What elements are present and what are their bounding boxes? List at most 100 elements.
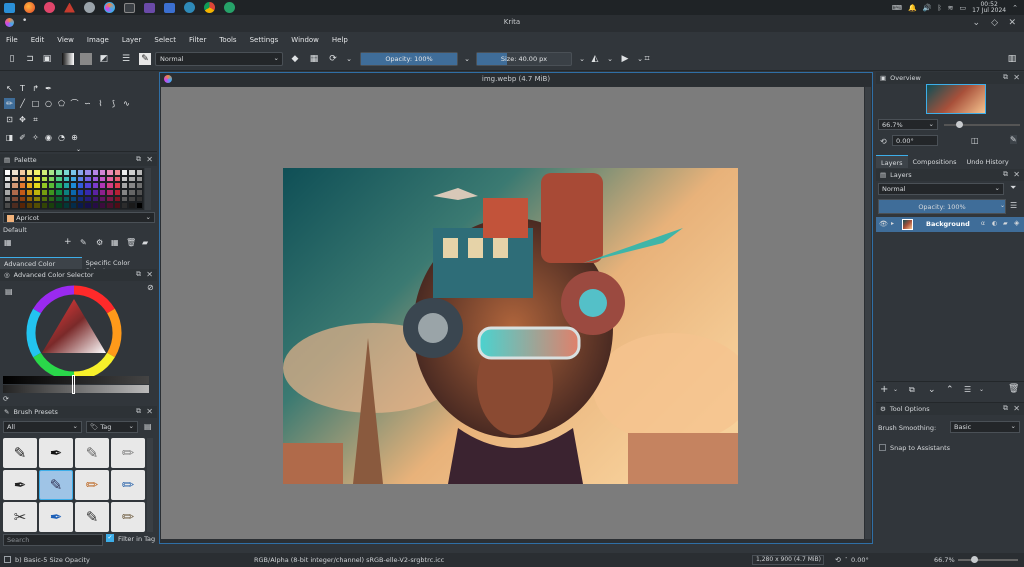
brush-preset-item[interactable]: ✎ (3, 438, 37, 468)
bezier-tool-icon[interactable]: ∽ (82, 98, 93, 109)
filter-in-tag-checkbox[interactable]: ✓ (106, 534, 114, 542)
status-zoom-handle[interactable] (971, 556, 978, 563)
palette-swatch[interactable] (84, 195, 92, 203)
float-icon[interactable]: ⧉ (1003, 404, 1008, 413)
delete-layer-icon[interactable]: 🗑 (1008, 384, 1019, 394)
brush-preset-item[interactable]: ✏ (111, 502, 145, 532)
palette-swatch[interactable] (128, 175, 136, 183)
chevron-down-icon[interactable]: ⌄ (979, 386, 984, 393)
rotate-canvas-icon[interactable]: ⟲ (835, 556, 841, 564)
status-zoom-slider[interactable] (958, 556, 1018, 563)
close-icon[interactable]: ✕ (1013, 170, 1020, 179)
palette-swatch[interactable] (33, 202, 41, 209)
select-shapes-icon[interactable]: ↖ (4, 83, 15, 94)
palette-swatch[interactable] (99, 195, 107, 203)
status-rotation[interactable]: 0.00° (851, 556, 869, 564)
palette-swatch[interactable] (62, 169, 70, 176)
palette-swatch[interactable] (77, 202, 85, 209)
filter-icon[interactable]: ⏷ (1010, 183, 1016, 193)
tab-undo-history[interactable]: Undo History (962, 155, 1014, 168)
color-picker-icon[interactable]: ✐ (17, 132, 28, 143)
palette-swatch[interactable] (128, 195, 136, 203)
chevron-down-icon[interactable]: ⌄ (893, 386, 898, 393)
bluetooth-icon[interactable]: ᛒ (937, 4, 941, 12)
tab-compositions[interactable]: Compositions (908, 155, 962, 168)
palette-swatch[interactable] (135, 202, 143, 209)
size-slider[interactable]: Size: 40.00 px (476, 52, 572, 66)
minimize-icon[interactable]: ⌄ (972, 19, 980, 28)
workspace-icon[interactable]: ▥ (1006, 53, 1018, 65)
palette-swatch[interactable] (55, 182, 63, 189)
delete-icon[interactable]: 🗑 (126, 238, 136, 247)
add-icon[interactable]: + (64, 237, 72, 247)
palette-swatch[interactable] (11, 175, 19, 183)
view-mode-icon[interactable]: ▤ (144, 422, 152, 431)
gallery-icon[interactable] (164, 2, 175, 13)
lock-icon[interactable]: ▰ (142, 238, 148, 247)
palette-swatch[interactable] (113, 182, 122, 189)
firefox-icon[interactable] (24, 2, 35, 13)
palette-swatch[interactable] (4, 175, 12, 183)
palette-swatch[interactable] (113, 195, 122, 203)
tag-select[interactable]: 🏷 Tag ⌄ (86, 421, 138, 433)
mirror-vertical-icon[interactable]: ▶ (619, 53, 631, 65)
alpha-lock-icon[interactable]: α (981, 220, 985, 227)
float-icon[interactable]: ⧉ (136, 270, 141, 279)
layer-properties-icon[interactable]: ◈ (1014, 219, 1019, 227)
palette-swatch[interactable] (25, 195, 34, 203)
tab-advanced-color-selector[interactable]: Advanced Color Selector (0, 257, 82, 276)
polygon-tool-icon[interactable]: ⬠ (56, 98, 67, 109)
palette-swatch[interactable] (113, 188, 122, 196)
palette-swatch[interactable] (84, 202, 92, 209)
layer-blend-mode-select[interactable]: Normal ⌄ (878, 183, 1004, 195)
palette-swatch[interactable] (33, 182, 41, 189)
palette-swatch[interactable] (55, 195, 63, 203)
gray-strip[interactable] (3, 385, 149, 393)
brush-preset-item[interactable]: ✏ (75, 470, 109, 500)
layer-properties-menu-icon[interactable]: ☰ (964, 385, 971, 394)
brush-preset-icon[interactable]: ✎ (139, 53, 151, 65)
mirror-horizontal-icon[interactable]: ◭ (589, 53, 601, 65)
app-icon[interactable] (44, 2, 55, 13)
palette-swatch[interactable] (40, 188, 48, 196)
palette-swatch[interactable] (77, 188, 85, 196)
palette-swatch[interactable] (121, 188, 129, 196)
palette-swatch[interactable] (33, 169, 41, 176)
chevron-down-icon[interactable]: ⌄ (461, 53, 473, 65)
palette-swatch[interactable] (128, 188, 136, 196)
layer-row[interactable]: 👁 ▸ Background α ◐ ▰ ◈ (876, 217, 1024, 232)
battery-icon[interactable]: ▭ (960, 4, 967, 12)
brush-smoothing-select[interactable]: Basic ⌄ (950, 421, 1020, 433)
palette-swatch[interactable] (62, 175, 70, 183)
palette-swatch[interactable] (69, 175, 78, 183)
brush-preset-item[interactable]: ✒ (3, 470, 37, 500)
strip-marker[interactable] (72, 375, 75, 394)
palette-swatch[interactable] (135, 175, 143, 183)
palette-swatch[interactable] (40, 169, 48, 176)
menu-tools[interactable]: Tools (219, 36, 236, 44)
move-layer-down-icon[interactable]: ⌄ (928, 385, 936, 395)
palette-swatch[interactable] (4, 182, 12, 189)
palette-swatch[interactable] (47, 188, 56, 196)
palette-swatch[interactable] (99, 182, 107, 189)
palette-swatch[interactable] (25, 175, 34, 183)
palette-swatch[interactable] (77, 182, 85, 189)
float-icon[interactable]: ⧉ (1003, 73, 1008, 82)
close-icon[interactable]: ✕ (1008, 19, 1016, 28)
palette-swatch[interactable] (91, 195, 100, 203)
fill-tool-icon[interactable]: ◉ (43, 132, 54, 143)
palette-swatch[interactable] (121, 182, 129, 189)
refresh-icon[interactable]: ⟳ (3, 395, 9, 403)
new-document-icon[interactable]: ▯ (6, 53, 18, 65)
assistant-tool-icon[interactable]: ⊕ (69, 132, 80, 143)
chevron-down-icon[interactable]: ⌄ (343, 53, 355, 65)
palette-swatch[interactable] (47, 202, 56, 209)
palette-swatch[interactable] (106, 202, 114, 209)
color-swap-icon[interactable]: ◩ (98, 53, 110, 65)
reload-icon[interactable]: ⟳ (327, 53, 339, 65)
smart-patch-icon[interactable]: ✧ (30, 132, 41, 143)
pattern-icon[interactable] (80, 53, 92, 65)
palette-swatch[interactable] (84, 175, 92, 183)
palette-swatch[interactable] (47, 175, 56, 183)
krita-icon[interactable] (104, 2, 115, 13)
